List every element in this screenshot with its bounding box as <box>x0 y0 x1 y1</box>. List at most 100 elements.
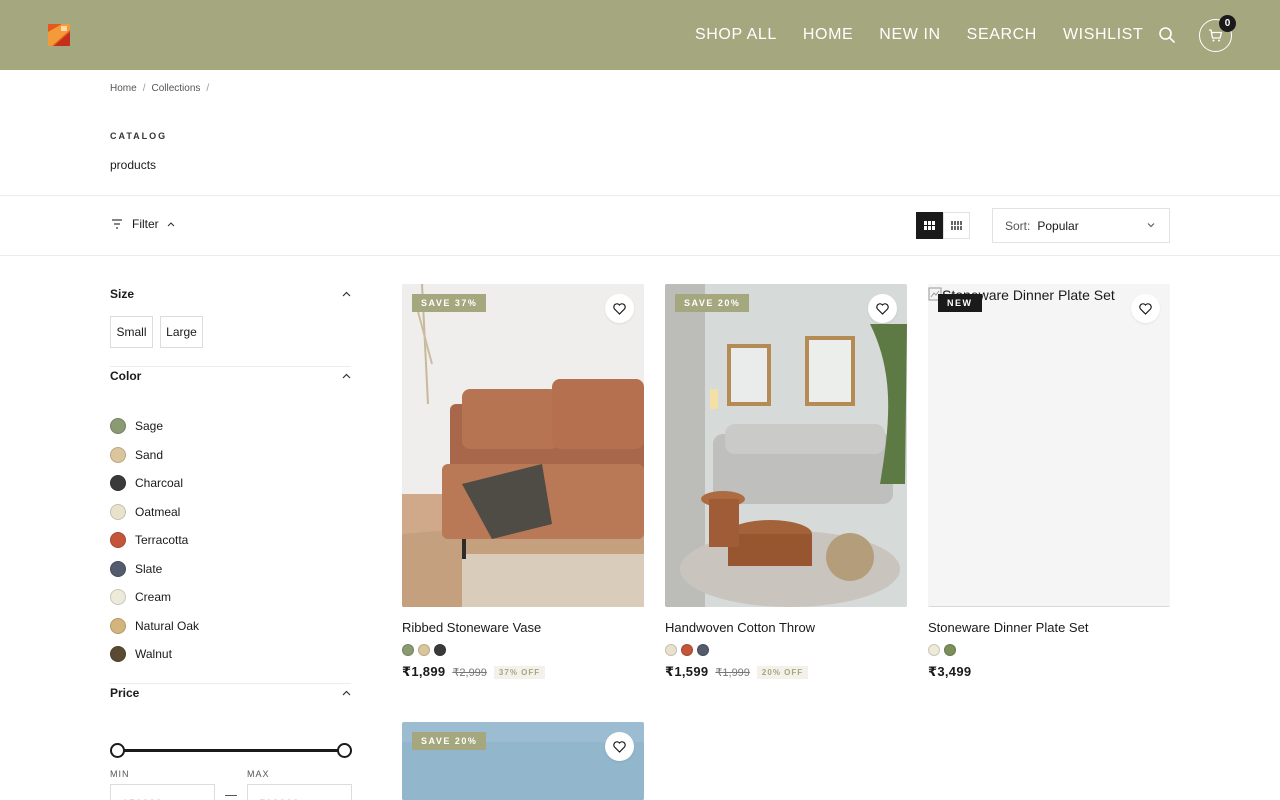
product-swatches <box>402 644 446 656</box>
price-max-label: MAX <box>247 769 270 779</box>
price-min-input[interactable]: 150000 <box>110 784 215 800</box>
breadcrumb-separator: / <box>206 83 210 94</box>
product-photo-living-room <box>665 284 907 607</box>
product-card-image[interactable]: SAVE 20% <box>402 722 644 800</box>
color-option-label: Charcoal <box>135 476 184 490</box>
color-swatch <box>110 418 126 434</box>
facet-price-title: Price <box>110 686 140 700</box>
main-nav: SHOP ALL HOME NEW IN SEARCH WISHLIST <box>682 0 1156 70</box>
color-option-label: Cream <box>135 590 172 604</box>
sort-select[interactable]: Sort: Popular <box>992 208 1170 243</box>
color-swatch[interactable] <box>402 644 414 656</box>
wishlist-button[interactable] <box>605 294 634 323</box>
chevron-up-icon <box>342 373 351 379</box>
breadcrumb-separator: / <box>142 83 146 94</box>
wishlist-button[interactable] <box>868 294 897 323</box>
divider <box>110 683 351 684</box>
price-range-max-handle[interactable] <box>337 743 352 758</box>
color-option-sage[interactable]: Sage <box>110 418 163 434</box>
product-card-image[interactable]: Stoneware Dinner Plate Set NEW <box>928 284 1170 607</box>
catalog-eyebrow: CATALOG <box>110 131 168 141</box>
nav-shop-all[interactable]: SHOP ALL <box>695 26 777 44</box>
heart-icon <box>613 302 626 315</box>
product-price: ₹1,899 ₹2,999 37% OFF <box>402 664 546 680</box>
filter-toggle-button[interactable]: Filter <box>110 217 175 231</box>
color-option-terracotta[interactable]: Terracotta <box>110 532 188 548</box>
product-photo-sofa <box>402 284 644 607</box>
price-range-track[interactable] <box>117 749 345 752</box>
color-swatch[interactable] <box>697 644 709 656</box>
range-separator <box>225 795 237 796</box>
cart-icon <box>1209 29 1223 42</box>
product-swatches <box>665 644 709 656</box>
color-option-label: Terracotta <box>135 533 189 547</box>
color-swatch[interactable] <box>418 644 430 656</box>
store-logo-icon[interactable] <box>48 24 70 46</box>
search-icon[interactable] <box>1158 26 1176 44</box>
color-option-cream[interactable]: Cream <box>110 589 171 605</box>
discount-badge: SAVE 37% <box>412 294 487 312</box>
color-swatch[interactable] <box>944 644 956 656</box>
color-swatch <box>110 561 126 577</box>
wishlist-button[interactable] <box>1131 294 1160 323</box>
product-title[interactable]: Handwoven Cotton Throw <box>665 620 815 635</box>
color-option-slate[interactable]: Slate <box>110 561 162 577</box>
filter-icon <box>112 219 122 229</box>
heart-icon <box>1139 302 1152 315</box>
facet-size-header[interactable]: Size <box>110 287 351 301</box>
nav-wishlist[interactable]: WISHLIST <box>1063 26 1143 44</box>
sort-label: Sort: <box>1005 218 1031 233</box>
page-title: products <box>110 158 157 172</box>
color-option-label: Walnut <box>135 647 172 661</box>
grid-view-button[interactable] <box>916 212 943 239</box>
sort-value: Popular <box>1037 218 1079 233</box>
color-option-natural-oak[interactable]: Natural Oak <box>110 618 199 634</box>
discount-badge: SAVE 20% <box>412 732 487 750</box>
color-swatch[interactable] <box>928 644 940 656</box>
color-swatch <box>110 589 126 605</box>
discount-tag: 20% OFF <box>756 665 809 679</box>
color-swatch <box>110 618 126 634</box>
breadcrumb-collections[interactable]: Collections <box>151 83 200 94</box>
color-swatch <box>110 504 126 520</box>
color-option-label: Slate <box>135 562 163 576</box>
color-option-oatmeal[interactable]: Oatmeal <box>110 504 180 520</box>
divider <box>0 195 1280 196</box>
grid-icon <box>924 221 935 230</box>
new-badge: NEW <box>938 294 982 312</box>
price-range-min-handle[interactable] <box>110 743 125 758</box>
facet-color-header[interactable]: Color <box>110 369 351 383</box>
wishlist-button[interactable] <box>605 732 634 761</box>
facet-price-header[interactable]: Price <box>110 686 351 700</box>
nav-search[interactable]: SEARCH <box>967 26 1037 44</box>
color-option-label: Oatmeal <box>135 505 181 519</box>
color-swatch[interactable] <box>681 644 693 656</box>
product-card-image[interactable]: SAVE 37% <box>402 284 644 607</box>
product-price: ₹1,599 ₹1,999 20% OFF <box>665 664 809 680</box>
facet-size-title: Size <box>110 287 135 301</box>
discount-tag: 37% OFF <box>493 665 546 679</box>
color-swatch[interactable] <box>665 644 677 656</box>
color-option-charcoal[interactable]: Charcoal <box>110 475 183 491</box>
color-swatch[interactable] <box>434 644 446 656</box>
price-max-input[interactable]: 599000 <box>247 784 352 800</box>
color-option-sand[interactable]: Sand <box>110 447 163 463</box>
product-title[interactable]: Stoneware Dinner Plate Set <box>928 620 1088 635</box>
color-swatch <box>110 475 126 491</box>
chevron-down-icon <box>1147 223 1155 228</box>
list-icon <box>951 221 962 230</box>
size-option-large[interactable]: Large <box>160 316 203 348</box>
color-swatch <box>110 646 126 662</box>
discount-badge: SAVE 20% <box>675 294 750 312</box>
nav-home[interactable]: HOME <box>803 26 853 44</box>
nav-new-in[interactable]: NEW IN <box>879 26 940 44</box>
color-option-label: Sage <box>135 419 164 433</box>
product-card-image[interactable]: SAVE 20% <box>665 284 907 607</box>
color-option-walnut[interactable]: Walnut <box>110 646 172 662</box>
size-option-small[interactable]: Small <box>110 316 153 348</box>
filter-label: Filter <box>132 217 159 231</box>
product-title[interactable]: Ribbed Stoneware Vase <box>402 620 541 635</box>
list-view-button[interactable] <box>943 212 970 239</box>
color-option-label: Sand <box>135 448 164 462</box>
breadcrumb-home[interactable]: Home <box>110 83 137 94</box>
